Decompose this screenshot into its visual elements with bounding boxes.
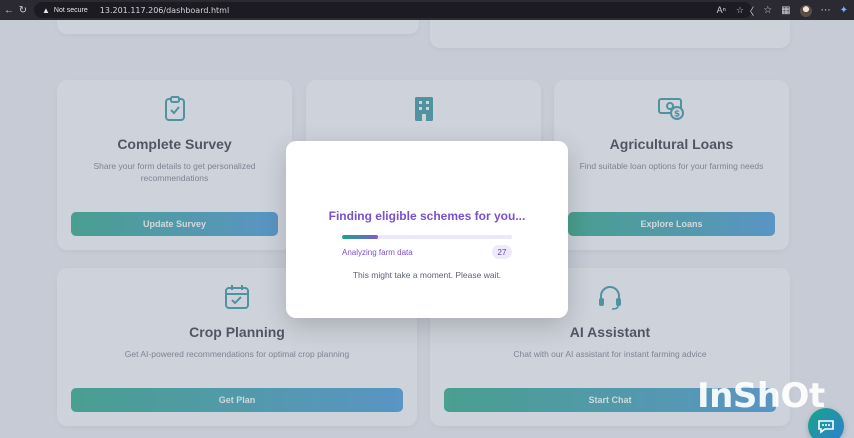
chat-bubble-icon bbox=[818, 420, 834, 434]
modal-title: Finding eligible schemes for you... bbox=[328, 209, 526, 223]
more-menu-icon[interactable]: ⋯ bbox=[821, 5, 831, 16]
inshot-watermark: InShOt bbox=[697, 376, 825, 416]
reload-icon[interactable]: ↻ bbox=[16, 3, 30, 17]
wait-message: This might take a moment. Please wait. bbox=[352, 270, 502, 280]
extensions-icon[interactable]: 〈 bbox=[744, 3, 754, 18]
not-secure-warning-icon: ▲ bbox=[42, 5, 50, 15]
progress-bar bbox=[342, 235, 512, 239]
loading-modal: Finding eligible schemes for you... Anal… bbox=[286, 141, 568, 318]
progress-fill bbox=[342, 235, 378, 239]
progress-count-badge: 27 bbox=[492, 245, 512, 259]
chat-fab-button[interactable] bbox=[808, 408, 844, 438]
collections-icon[interactable]: ▦ bbox=[781, 5, 790, 16]
back-icon[interactable]: ← bbox=[2, 3, 16, 17]
profile-avatar[interactable] bbox=[799, 4, 812, 17]
progress-step-label: Analyzing farm data bbox=[342, 248, 413, 257]
url-text[interactable]: 13.201.117.206/dashboard.html bbox=[100, 6, 229, 15]
favorite-star-icon[interactable]: ☆ bbox=[736, 5, 744, 16]
copilot-icon[interactable]: ✦ bbox=[840, 5, 848, 16]
favorites-icon[interactable]: ☆ bbox=[763, 5, 772, 16]
read-aloud-icon[interactable]: Aⁿ bbox=[717, 5, 726, 16]
security-label: Not secure bbox=[53, 6, 88, 14]
dashboard-page: Complete Survey Share your form details … bbox=[0, 20, 854, 438]
address-bar[interactable]: ▲ Not secure 13.201.117.206/dashboard.ht… bbox=[34, 2, 752, 18]
browser-toolbar: ← ↻ ▲ Not secure 13.201.117.206/dashboar… bbox=[0, 0, 854, 20]
